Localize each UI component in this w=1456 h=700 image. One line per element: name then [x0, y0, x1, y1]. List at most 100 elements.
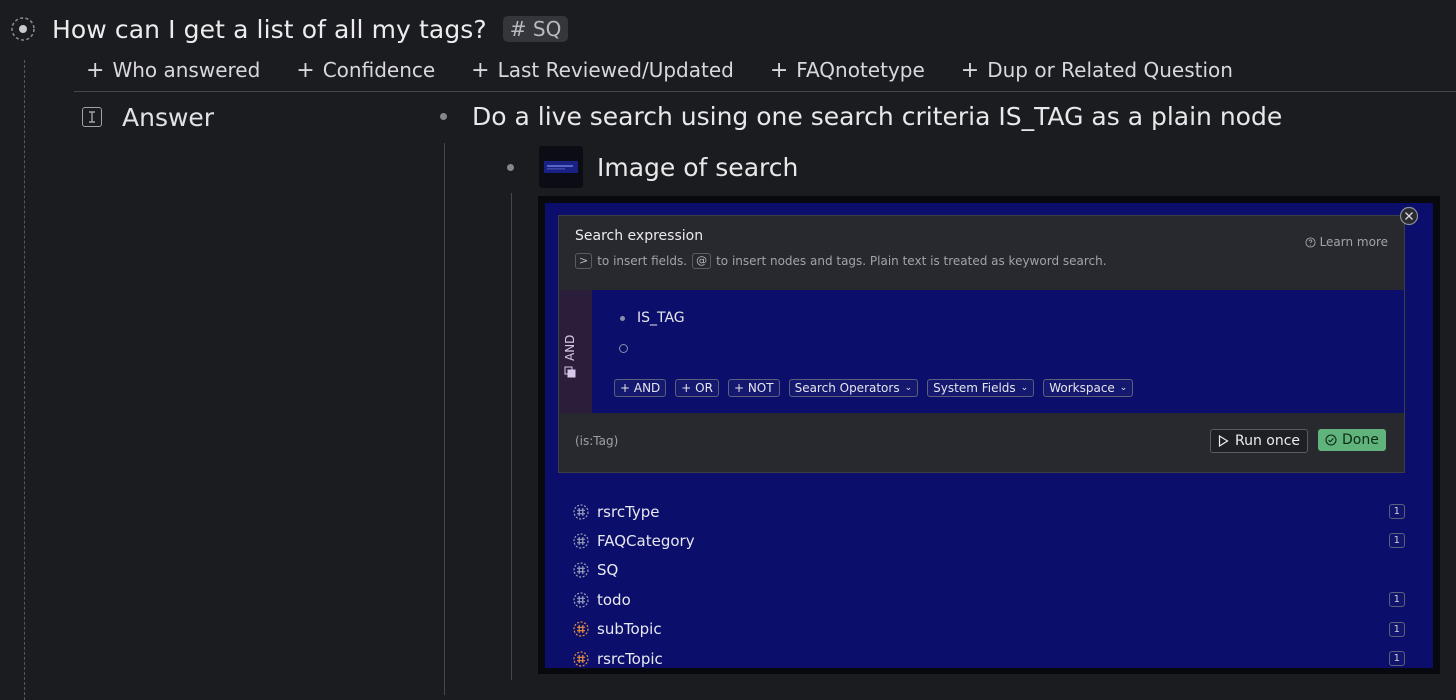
tag-badge-sq[interactable]: # SQ — [502, 16, 569, 42]
panel-help: > to insert fields. @ to insert nodes an… — [575, 253, 1107, 269]
button-label: System Fields — [933, 381, 1016, 395]
divider — [74, 91, 1456, 92]
button-label: Run once — [1235, 433, 1301, 449]
search-expression-panel: Search expression > to insert fields. @ … — [558, 215, 1405, 473]
done-button[interactable]: Done — [1318, 429, 1386, 451]
add-field-who-answered[interactable]: + Who answered — [86, 58, 260, 83]
tag-icon — [573, 533, 589, 549]
page-title[interactable]: How can I get a list of all my tags? — [52, 15, 487, 44]
empty-query-bullet[interactable] — [619, 344, 628, 353]
answer-label[interactable]: Answer — [122, 103, 214, 132]
outline-node-image[interactable]: Image of search — [507, 146, 798, 188]
tag-name[interactable]: subTopic — [597, 620, 662, 638]
query-toolbar: + AND + OR + NOT Search Operators ⌄ Syste… — [614, 379, 1142, 397]
field-label: Dup or Related Question — [987, 58, 1233, 82]
add-field-dup-related[interactable]: + Dup or Related Question — [961, 58, 1233, 83]
text-field-icon — [82, 107, 102, 127]
tag-icon — [573, 592, 589, 608]
plus-icon: + — [769, 57, 789, 83]
chevron-down-icon: ⌄ — [904, 383, 913, 393]
reference-count-badge[interactable]: 1 — [1388, 650, 1405, 666]
kbd-key: @ — [692, 253, 712, 269]
button-label: Search Operators — [794, 381, 900, 395]
tag-name[interactable]: SQ — [597, 561, 618, 579]
node-bullet-icon[interactable] — [10, 16, 36, 42]
tag-name[interactable]: rsrcTopic — [597, 650, 663, 668]
add-and-button[interactable]: + AND — [614, 379, 667, 397]
add-or-button[interactable]: + OR — [675, 379, 719, 397]
list-item[interactable]: todo 1 — [573, 585, 1405, 614]
reference-count-badge[interactable]: 1 — [1388, 533, 1405, 549]
chevron-down-icon: ⌄ — [1119, 383, 1128, 393]
panel-title: Search expression — [575, 228, 704, 244]
bullet-icon[interactable] — [440, 112, 447, 120]
tag-icon — [573, 651, 589, 667]
query-area: IS_TAG + AND + OR + NOT Search Operators… — [592, 290, 1404, 413]
learn-more-label: Learn more — [1319, 235, 1388, 249]
reference-count-badge[interactable]: 1 — [1388, 621, 1405, 637]
list-item[interactable]: rsrcTopic 1 — [573, 644, 1405, 668]
kbd-key: > — [575, 253, 593, 269]
node-text[interactable]: Do a live search using one search criter… — [472, 102, 1282, 131]
outline-node[interactable]: Do a live search using one search criter… — [440, 100, 1282, 132]
field-label: Confidence — [322, 58, 436, 82]
search-operators-dropdown[interactable]: Search Operators ⌄ — [788, 379, 919, 397]
search-results-list: rsrcType 1 FAQCategory 1 SQ todo 1 subTo… — [573, 497, 1405, 668]
field-label: Who answered — [112, 58, 261, 82]
help-text: to insert nodes and tags. Plain text is … — [716, 254, 1107, 268]
help-circle-icon — [1305, 236, 1316, 248]
field-label: Last Reviewed/Updated — [497, 58, 734, 82]
query-item[interactable]: IS_TAG — [620, 310, 685, 326]
learn-more-link[interactable]: Learn more — [1305, 235, 1388, 249]
list-item[interactable]: subTopic 1 — [573, 615, 1405, 644]
panel-header: Search expression > to insert fields. @ … — [559, 216, 1404, 289]
plus-icon: + — [960, 57, 980, 83]
operator-icon — [564, 366, 576, 378]
list-item[interactable]: SQ — [573, 556, 1405, 585]
plus-icon: + — [296, 57, 315, 83]
button-label: + AND — [620, 381, 661, 395]
play-icon — [1218, 435, 1229, 447]
bullet-icon[interactable] — [507, 163, 514, 171]
close-icon[interactable] — [1399, 206, 1419, 230]
add-field-last-reviewed[interactable]: + Last Reviewed/Updated — [471, 58, 734, 83]
chevron-down-icon: ⌄ — [1020, 383, 1029, 393]
list-item[interactable]: FAQCategory 1 — [573, 526, 1405, 555]
bullet-icon — [620, 315, 625, 321]
operator-label: AND — [563, 334, 577, 361]
button-label: Workspace — [1049, 381, 1115, 395]
panel-footer: (is:Tag) Run once Done — [559, 413, 1404, 472]
run-once-button[interactable]: Run once — [1210, 429, 1309, 453]
tag-name[interactable]: FAQCategory — [597, 532, 695, 550]
add-field-faqnotetype[interactable]: + FAQnotetype — [770, 58, 925, 83]
outline-guide — [24, 60, 25, 700]
query-item-label[interactable]: IS_TAG — [637, 310, 685, 326]
tag-icon — [573, 621, 589, 637]
reference-count-badge[interactable]: 1 — [1388, 504, 1405, 519]
operator-and-label[interactable]: AND — [563, 335, 577, 378]
check-circle-icon — [1325, 434, 1337, 446]
node-title-row: How can I get a list of all my tags? # S… — [10, 12, 569, 46]
node-text[interactable]: Image of search — [597, 153, 798, 182]
outline-guide — [511, 193, 512, 680]
workspace-dropdown[interactable]: Workspace ⌄ — [1043, 379, 1134, 397]
tag-icon — [573, 562, 589, 579]
answer-field: Answer — [82, 102, 214, 132]
button-label: + OR — [681, 381, 713, 395]
tag-name[interactable]: todo — [597, 591, 631, 609]
image-thumbnail[interactable] — [539, 146, 583, 188]
plus-icon: + — [86, 57, 105, 83]
expression-text: (is:Tag) — [575, 434, 619, 448]
help-text: to insert fields. — [597, 254, 688, 268]
field-label: FAQnotetype — [796, 58, 925, 82]
add-field-confidence[interactable]: + Confidence — [296, 58, 435, 83]
tag-icon — [573, 504, 589, 520]
button-label: + NOT — [733, 381, 774, 395]
embedded-image[interactable]: Search expression > to insert fields. @ … — [545, 203, 1433, 668]
list-item[interactable]: rsrcType 1 — [573, 497, 1405, 526]
reference-count-badge[interactable]: 1 — [1388, 592, 1405, 608]
add-not-button[interactable]: + NOT — [727, 379, 780, 397]
system-fields-dropdown[interactable]: System Fields ⌄ — [927, 379, 1035, 397]
tag-name[interactable]: rsrcType — [597, 503, 660, 521]
fields-row: + Who answered + Confidence + Last Reviewed… — [86, 54, 1269, 86]
